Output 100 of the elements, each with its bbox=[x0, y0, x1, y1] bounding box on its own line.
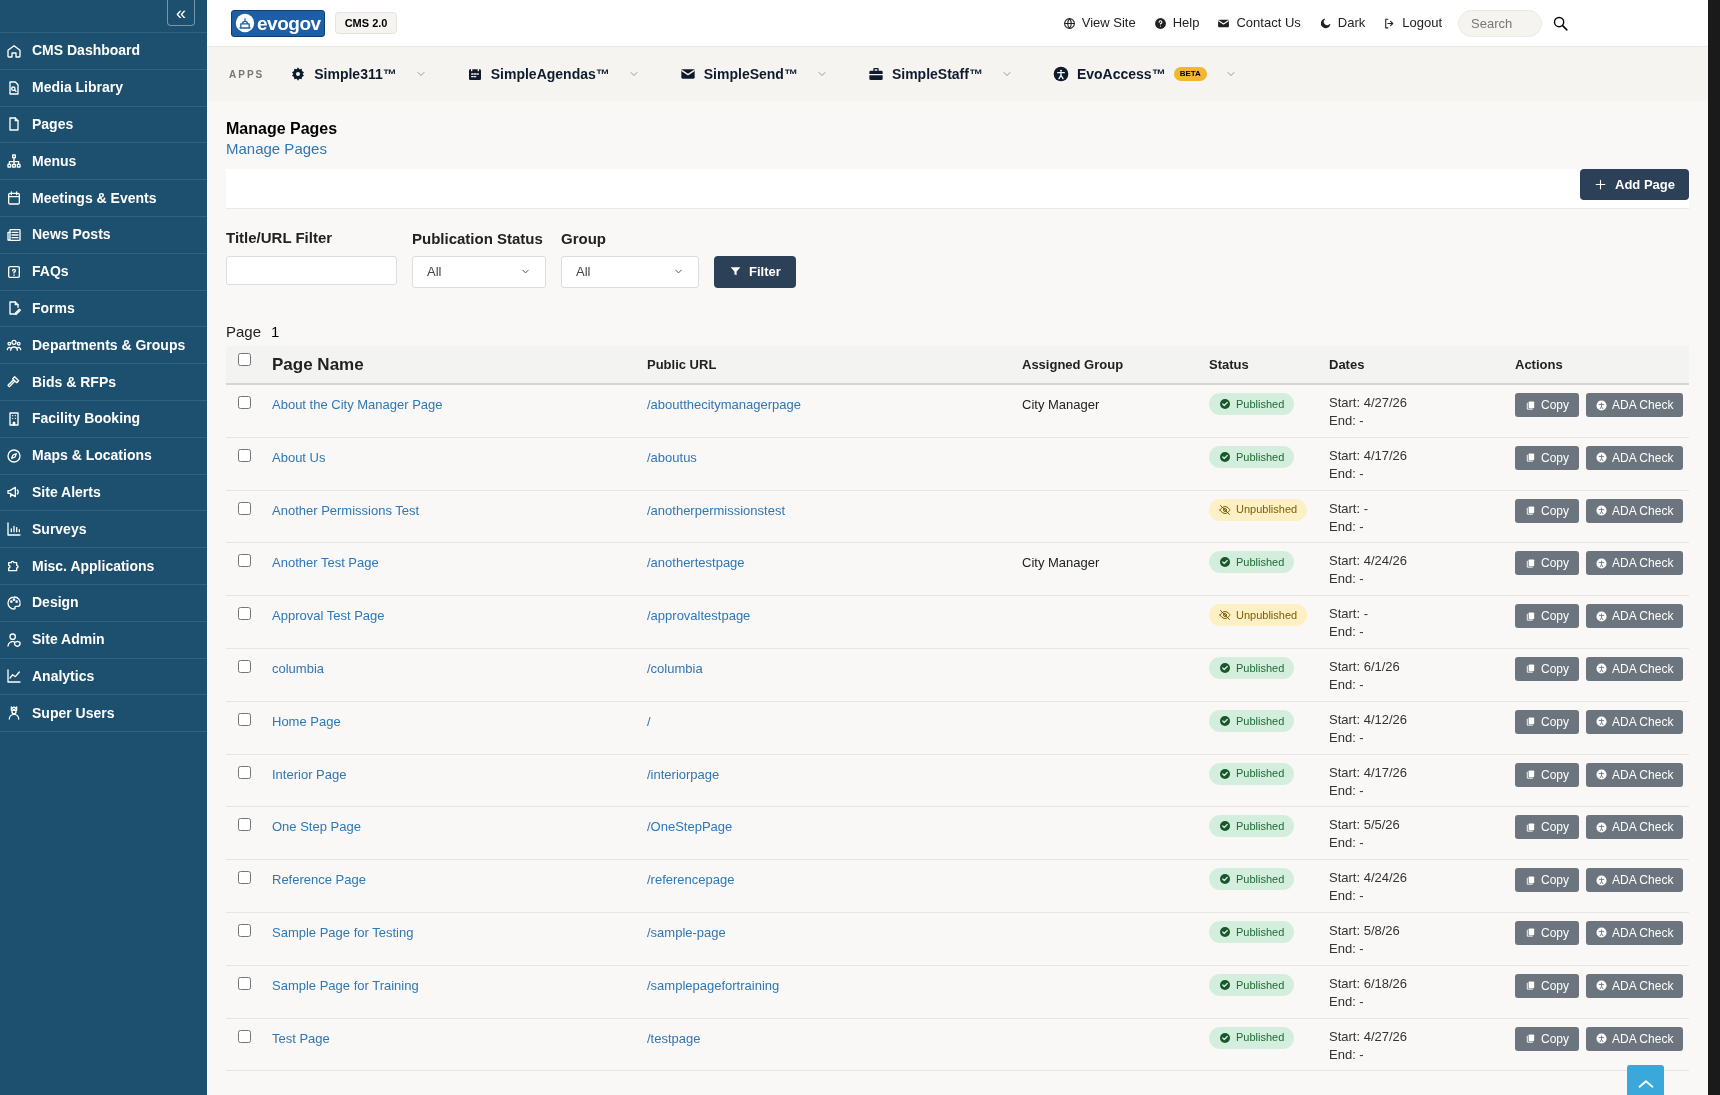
breadcrumb-link[interactable]: Manage Pages bbox=[226, 139, 1689, 159]
app-menu[interactable]: SimpleStaff™ bbox=[867, 63, 1013, 85]
sidebar-item[interactable]: Super Users bbox=[0, 695, 207, 733]
row-checkbox[interactable] bbox=[238, 923, 251, 937]
ada-check-button[interactable]: ADA Check bbox=[1586, 973, 1684, 998]
sidebar-item[interactable]: FAQs bbox=[0, 253, 207, 291]
copy-button[interactable]: Copy bbox=[1515, 445, 1579, 470]
url-link[interactable]: /sample-page bbox=[647, 924, 726, 940]
page-link[interactable]: Test Page bbox=[272, 1030, 330, 1046]
url-link[interactable]: /anothertestpage bbox=[647, 555, 745, 571]
row-checkbox[interactable] bbox=[238, 396, 251, 409]
sidebar-item[interactable]: Bids & RFPs bbox=[0, 364, 207, 401]
ada-check-button[interactable]: ADA Check bbox=[1586, 445, 1684, 470]
ada-check-button[interactable]: ADA Check bbox=[1586, 657, 1684, 681]
page-link[interactable]: About the City Manager Page bbox=[272, 397, 443, 412]
collapse-button[interactable]: « bbox=[167, 0, 195, 26]
ada-check-button[interactable]: ADA Check bbox=[1586, 815, 1684, 840]
app-menu[interactable]: Simple311™ bbox=[290, 63, 427, 85]
search-button[interactable] bbox=[1552, 14, 1569, 32]
sidebar-item[interactable]: Misc. Applications bbox=[0, 548, 207, 585]
url-link[interactable]: /approvaltestpage bbox=[647, 608, 751, 624]
copy-button[interactable]: Copy bbox=[1515, 498, 1579, 523]
header-link[interactable]: Contact Us bbox=[1217, 13, 1301, 33]
page-link[interactable]: Sample Page for Training bbox=[272, 977, 419, 993]
url-link[interactable]: /aboutus bbox=[647, 449, 697, 465]
app-menu[interactable]: SimpleSend™ bbox=[679, 63, 828, 85]
page-link[interactable]: columbia bbox=[272, 661, 325, 676]
copy-button[interactable]: Copy bbox=[1515, 815, 1579, 840]
page-link[interactable]: Interior Page bbox=[272, 766, 347, 782]
header-link[interactable]: Help bbox=[1153, 13, 1200, 33]
sidebar-item[interactable]: News Posts bbox=[0, 217, 207, 254]
url-link[interactable]: /interiorpage bbox=[647, 766, 720, 782]
ada-check-button[interactable]: ADA Check bbox=[1586, 393, 1684, 417]
url-link[interactable]: /columbia bbox=[647, 661, 703, 676]
sidebar-item[interactable]: Design bbox=[0, 584, 207, 622]
row-checkbox[interactable] bbox=[238, 765, 251, 779]
copy-button[interactable]: Copy bbox=[1515, 1026, 1579, 1051]
scroll-to-top-button[interactable] bbox=[1627, 1065, 1664, 1095]
page-link[interactable]: Home Page bbox=[272, 713, 341, 729]
row-checkbox[interactable] bbox=[238, 501, 251, 515]
search-field[interactable]: Search bbox=[1458, 9, 1542, 37]
url-link[interactable]: /anotherpermissionstest bbox=[647, 502, 785, 518]
url-link[interactable]: /testpage bbox=[647, 1030, 701, 1046]
url-link[interactable]: /OneStepPage bbox=[647, 819, 733, 835]
sidebar-item[interactable]: Meetings & Events bbox=[0, 180, 207, 217]
page-link[interactable]: Sample Page for Testing bbox=[272, 924, 414, 940]
sidebar-item[interactable]: Menus bbox=[0, 143, 207, 181]
ada-check-button[interactable]: ADA Check bbox=[1586, 604, 1684, 629]
copy-button[interactable]: Copy bbox=[1515, 973, 1579, 998]
header-link[interactable]: View Site bbox=[1062, 13, 1136, 33]
copy-button[interactable]: Copy bbox=[1515, 604, 1579, 629]
sidebar-item[interactable]: Departments & Groups bbox=[0, 327, 207, 365]
ada-check-button[interactable]: ADA Check bbox=[1586, 920, 1684, 945]
dropdown[interactable]: All bbox=[561, 255, 699, 288]
row-checkbox[interactable] bbox=[238, 607, 251, 621]
ada-check-button[interactable]: ADA Check bbox=[1586, 709, 1684, 734]
page-link[interactable]: Another Test Page bbox=[272, 555, 379, 571]
row-checkbox[interactable] bbox=[238, 818, 251, 832]
sidebar-item[interactable]: Forms bbox=[0, 290, 207, 328]
ada-check-button[interactable]: ADA Check bbox=[1586, 498, 1684, 523]
copy-button[interactable]: Copy bbox=[1515, 868, 1579, 893]
app-menu[interactable]: EvoAccess™ BETA bbox=[1052, 63, 1237, 85]
header-link[interactable]: Dark bbox=[1318, 13, 1366, 33]
sidebar-item[interactable]: Analytics bbox=[0, 658, 207, 696]
add-page-button[interactable]: Add Page bbox=[1580, 169, 1689, 200]
page-link[interactable]: Reference Page bbox=[272, 872, 366, 888]
filter-button[interactable]: Filter bbox=[714, 255, 796, 288]
select-all-checkbox[interactable] bbox=[238, 353, 251, 366]
row-checkbox[interactable] bbox=[238, 712, 251, 726]
sidebar-item[interactable]: Site Admin bbox=[0, 621, 207, 659]
sidebar-item[interactable]: Site Alerts bbox=[0, 474, 207, 512]
copy-button[interactable]: Copy bbox=[1515, 920, 1579, 945]
copy-button[interactable]: Copy bbox=[1515, 709, 1579, 734]
page-link[interactable]: One Step Page bbox=[272, 819, 361, 835]
copy-button[interactable]: Copy bbox=[1515, 393, 1579, 417]
copy-button[interactable]: Copy bbox=[1515, 657, 1579, 681]
url-link[interactable]: / bbox=[647, 713, 651, 729]
row-checkbox[interactable] bbox=[238, 1029, 251, 1043]
header-link[interactable]: Logout bbox=[1383, 13, 1442, 33]
url-link[interactable]: /referencepage bbox=[647, 872, 735, 888]
page-link[interactable]: Approval Test Page bbox=[272, 608, 385, 624]
copy-button[interactable]: Copy bbox=[1515, 762, 1579, 787]
title-filter-field[interactable] bbox=[226, 255, 397, 285]
logo[interactable]: evogov bbox=[231, 9, 325, 37]
ada-check-button[interactable]: ADA Check bbox=[1586, 1026, 1684, 1051]
row-checkbox[interactable] bbox=[238, 976, 251, 990]
copy-button[interactable]: Copy bbox=[1515, 551, 1579, 576]
sidebar-item[interactable]: Surveys bbox=[0, 511, 207, 549]
url-link[interactable]: /samplepagefortraining bbox=[647, 977, 780, 993]
row-checkbox[interactable] bbox=[238, 448, 251, 462]
sidebar-item[interactable]: Media Library bbox=[0, 69, 207, 107]
row-checkbox[interactable] bbox=[238, 554, 251, 568]
ada-check-button[interactable]: ADA Check bbox=[1586, 762, 1684, 787]
sidebar-item[interactable]: Pages bbox=[0, 106, 207, 144]
ada-check-button[interactable]: ADA Check bbox=[1586, 551, 1684, 576]
sidebar-item[interactable]: Maps & Locations bbox=[0, 437, 207, 475]
url-link[interactable]: /aboutthecitymanagerpage bbox=[647, 397, 801, 412]
ada-check-button[interactable]: ADA Check bbox=[1586, 868, 1684, 893]
sidebar-item[interactable]: Facility Booking bbox=[0, 400, 207, 438]
page-number[interactable]: 1 bbox=[271, 320, 280, 343]
